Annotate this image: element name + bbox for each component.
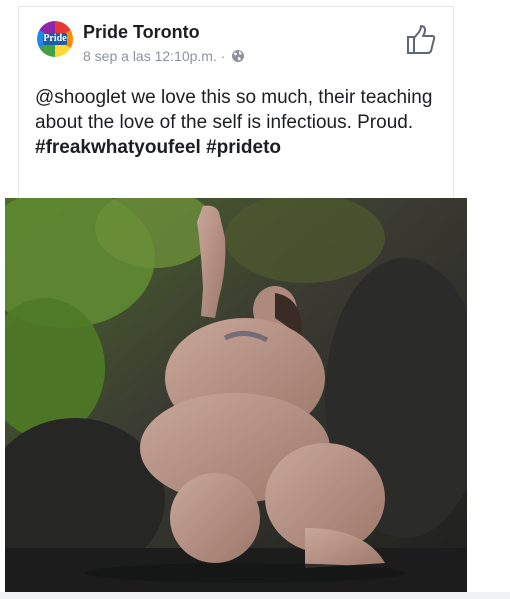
post-card: Pride Pride Toronto 8 sep a las 12:10p.m…	[18, 6, 454, 203]
post-photo[interactable]	[5, 198, 467, 592]
hashtag-link[interactable]: #prideto	[206, 137, 281, 158]
hashtag-link[interactable]: #freakwhatyoufeel	[35, 137, 201, 158]
page-avatar[interactable]: Pride	[37, 21, 73, 57]
feed-background	[0, 592, 510, 599]
page-name-link[interactable]: Pride Toronto	[83, 21, 200, 43]
globe-icon[interactable]	[231, 49, 245, 67]
post-body-text: @shooglet we love this so much, their te…	[35, 87, 433, 133]
post-timestamp[interactable]: 8 sep a las 12:10p.m.	[83, 48, 217, 64]
avatar-logo-text: Pride	[43, 33, 67, 44]
post-text: @shooglet we love this so much, their te…	[35, 85, 435, 160]
meta-separator: ·	[220, 48, 226, 64]
thumbs-up-outline-icon[interactable]	[404, 23, 438, 62]
post-meta: 8 sep a las 12:10p.m. ·	[83, 47, 245, 67]
